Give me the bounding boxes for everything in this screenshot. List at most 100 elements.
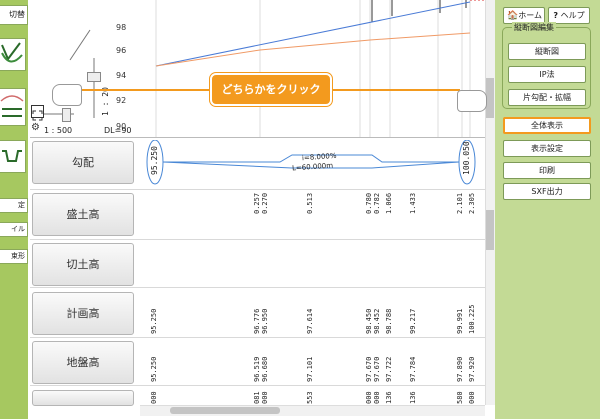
fill-value: 1.066 <box>385 192 393 214</box>
row-label-gradient[interactable]: 勾配 <box>32 141 134 184</box>
gear-icon[interactable]: ⚙ <box>31 122 40 133</box>
h-slider-handle[interactable] <box>62 108 71 122</box>
station-value: 000 <box>150 391 158 404</box>
callout-connector-right <box>330 89 460 91</box>
station-value: 553 <box>306 391 314 404</box>
sxf-output-button[interactable]: SXF出力 <box>503 183 591 200</box>
vertical-scrollbar-thumb[interactable] <box>486 210 494 250</box>
station-value: 136 <box>385 391 393 404</box>
side-button-1-label: 定 <box>18 201 25 209</box>
vertical-scale-label: 1 : 20 <box>101 87 110 116</box>
ground-value: 96.519 <box>253 356 261 382</box>
ground-line <box>155 32 471 67</box>
fill-value: 0.780 <box>365 192 373 214</box>
zoom-slider-handle[interactable] <box>87 72 101 82</box>
ground-value: 97.670 <box>373 356 381 382</box>
view-icon-3[interactable] <box>0 140 26 173</box>
y-tick-94: 94 <box>116 71 127 80</box>
profile-edit-group-label: 縦断図編集 <box>512 22 556 33</box>
help-button-label: ヘルプ <box>560 11 585 20</box>
fill-value: 2.101 <box>456 192 464 214</box>
plan-line <box>155 1 471 67</box>
view-icon-1[interactable] <box>0 38 26 71</box>
plan-value: 96.776 <box>253 308 261 334</box>
gradient-end-value: 100.050 <box>462 141 471 175</box>
plan-value: 98.452 <box>373 308 381 334</box>
zoom-slider-track <box>93 58 95 118</box>
row-label-fill-height[interactable]: 盛土高 <box>32 193 134 236</box>
plan-value: 98.788 <box>385 308 393 334</box>
question-icon: ? <box>553 11 559 20</box>
side-button-2[interactable]: イル <box>0 222 28 237</box>
station-value: 000 <box>373 391 381 404</box>
side-button-1[interactable]: 定 <box>0 198 28 213</box>
display-settings-button[interactable]: 表示設定 <box>503 140 591 157</box>
row-divider <box>30 385 485 386</box>
horizontal-scrollbar-thumb[interactable] <box>170 407 280 414</box>
ground-value: 97.890 <box>456 356 464 382</box>
switch-button[interactable]: 切替 <box>0 5 28 25</box>
row-divider <box>30 287 485 288</box>
fill-value: 2.305 <box>468 192 476 214</box>
station-value: 580 <box>456 391 464 404</box>
row-divider <box>30 337 485 338</box>
fill-value: 1.433 <box>409 192 417 214</box>
plan-value: 97.614 <box>306 308 314 334</box>
row-divider <box>30 189 485 190</box>
fill-value: 0.782 <box>373 192 381 214</box>
plan-value: 100.225 <box>468 304 476 334</box>
y-tick-96: 96 <box>116 46 127 55</box>
plan-value: 96.950 <box>261 308 269 334</box>
fill-value: 0.513 <box>306 192 314 214</box>
station-value: 000 <box>468 391 476 404</box>
ground-value: 97.784 <box>409 356 417 382</box>
plan-value: 99.217 <box>409 308 417 334</box>
fill-value: 0.270 <box>261 192 269 214</box>
callout-box: どちらかをクリック <box>210 73 332 106</box>
ground-value: 95.250 <box>150 356 158 382</box>
profile-view-button[interactable]: 縦断図 <box>508 43 586 60</box>
horizontal-scale-label: 1 : 500 <box>44 126 73 135</box>
chart-lines-icon <box>1 42 23 63</box>
ground-value: 97.670 <box>365 356 373 382</box>
station-value: 000 <box>365 391 373 404</box>
superelevation-button[interactable]: 片勾配・拡幅 <box>508 89 586 106</box>
row-label-ground-height[interactable]: 地盤高 <box>32 341 134 384</box>
side-button-2-label: イル <box>11 225 25 233</box>
ground-value: 97.101 <box>306 356 314 382</box>
plan-value: 99.991 <box>456 308 464 334</box>
datum-level-label: DL=90 <box>104 126 132 135</box>
pointer-hand-icon <box>52 84 82 106</box>
ground-value: 96.680 <box>261 356 269 382</box>
side-button-3-label: 束形 <box>11 252 25 260</box>
callout-connector-left <box>70 89 215 91</box>
ground-value: 97.722 <box>385 356 393 382</box>
row-label-cut-height[interactable]: 切土高 <box>32 243 134 286</box>
plan-value: 98.450 <box>365 308 373 334</box>
vertical-scrollbar-thumb-top[interactable] <box>486 78 494 118</box>
station-value: 000 <box>261 391 269 404</box>
ip-method-button[interactable]: IP法 <box>508 66 586 83</box>
y-tick-98: 98 <box>116 23 127 32</box>
home-icon: 🏠 <box>507 11 519 21</box>
switch-button-label: 切替 <box>9 10 25 19</box>
expand-icon[interactable] <box>31 105 44 121</box>
profile-drawing <box>69 0 485 137</box>
cross-section-icon <box>2 150 22 162</box>
y-tick-92: 92 <box>116 96 127 105</box>
station-value: 081 <box>253 391 261 404</box>
station-value: 136 <box>409 391 417 404</box>
print-button[interactable]: 印刷 <box>503 162 591 179</box>
fill-value: 0.257 <box>253 192 261 214</box>
profile-lines-icon <box>0 95 24 117</box>
fit-all-button[interactable]: 全体表示 <box>503 117 591 134</box>
gradient-start-value: 95.250 <box>150 146 159 175</box>
pointer-hand-icon <box>457 90 487 112</box>
side-button-3[interactable]: 束形 <box>0 249 28 264</box>
ground-value: 97.920 <box>468 356 476 382</box>
plan-value: 95.250 <box>150 308 158 334</box>
row-label-plan-height[interactable]: 計画高 <box>32 292 134 335</box>
view-icon-2[interactable] <box>0 88 26 126</box>
row-label-station[interactable] <box>32 390 134 406</box>
home-button-label: ホーム <box>518 11 542 20</box>
